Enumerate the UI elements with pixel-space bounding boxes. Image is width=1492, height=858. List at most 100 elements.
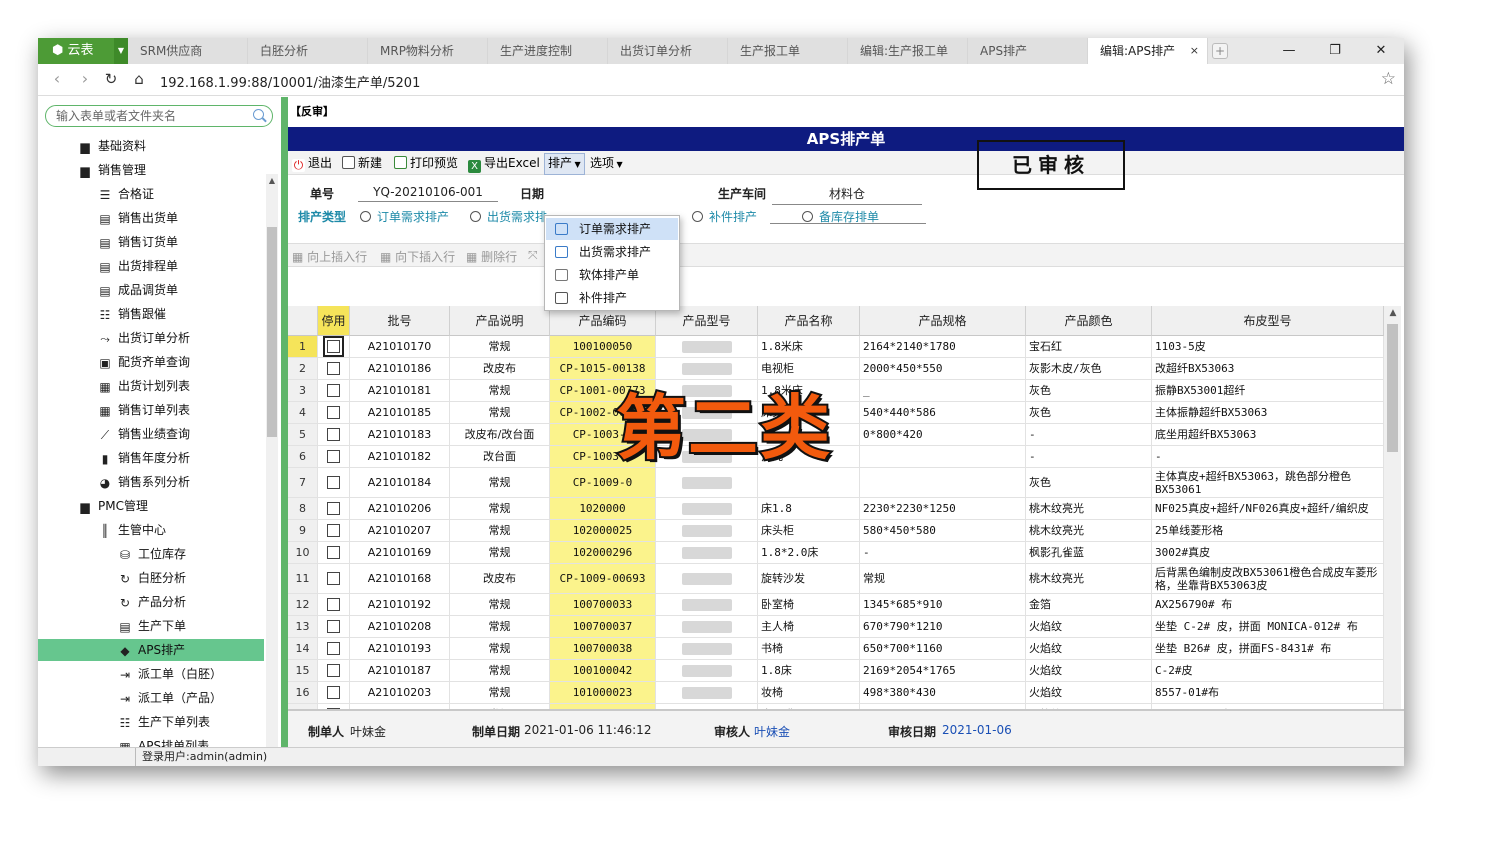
stop-cell[interactable] <box>318 616 350 637</box>
code-cell[interactable]: 100100050 <box>550 336 656 357</box>
model-cell[interactable] <box>656 594 758 615</box>
stop-cell[interactable] <box>318 402 350 423</box>
fabric-cell[interactable]: 主体振静超纤BX53063 <box>1152 402 1384 423</box>
stop-cell[interactable] <box>318 336 350 357</box>
radio-parts[interactable]: 补件排产 <box>692 208 757 225</box>
batch-cell[interactable]: A21010186 <box>350 358 450 379</box>
model-cell[interactable] <box>656 616 758 637</box>
desc-cell[interactable]: 常规 <box>450 594 550 615</box>
fabric-cell[interactable]: AX256790# 布 <box>1152 594 1384 615</box>
code-cell[interactable]: 100700033 <box>550 594 656 615</box>
fabric-cell[interactable]: 改超纤BX53063 <box>1152 358 1384 379</box>
brand-menu-caret[interactable]: ▼ <box>114 38 128 64</box>
row-number[interactable]: 15 <box>288 660 318 681</box>
sidebar-item-14[interactable]: ▮ 销售年度分析 <box>98 447 190 469</box>
model-cell[interactable] <box>656 660 758 681</box>
column-header[interactable]: 布皮型号 <box>1152 306 1384 336</box>
row-number[interactable]: 5 <box>288 424 318 445</box>
table-row[interactable]: 12 A21010192 常规 100700033 卧室椅 1345*685*910 金箔 A… <box>288 594 1384 616</box>
sidebar-item-1[interactable]: ▆ 基础资料 <box>78 135 146 157</box>
delete-row-button[interactable]: ▦ 删除行 <box>466 248 517 265</box>
color-cell[interactable]: 灰色 <box>1026 468 1152 497</box>
spec-cell[interactable]: 540*440*586 <box>860 402 1026 423</box>
desc-cell[interactable]: 常规 <box>450 542 550 563</box>
batch-cell[interactable]: A21010206 <box>350 498 450 519</box>
batch-cell[interactable]: A21010181 <box>350 380 450 401</box>
table-row[interactable]: 14 A21010193 常规 100700038 书椅 650*700*1160 火焰纹坐… <box>288 638 1384 660</box>
row-number[interactable]: 9 <box>288 520 318 541</box>
desc-cell[interactable]: 常规 <box>450 402 550 423</box>
sidebar-item-2[interactable]: ▆ 销售管理 <box>78 159 146 181</box>
table-row[interactable]: 6 A21010182 改台面 CP-1003-0 角几 - - <box>288 446 1384 468</box>
spec-cell[interactable]: 2000*450*550 <box>860 358 1026 379</box>
stop-cell[interactable] <box>318 564 350 593</box>
batch-cell[interactable]: A21010203 <box>350 682 450 703</box>
fabric-cell[interactable]: 3002#真皮 <box>1152 542 1384 563</box>
table-row[interactable]: 11 A21010168 改皮布 CP-1009-00693 旋转沙发 常规 桃木纹亮光 后背… <box>288 564 1384 594</box>
workshop-field[interactable]: 材料仓 <box>772 185 922 205</box>
color-cell[interactable]: 火焰纹 <box>1026 616 1152 637</box>
desc-cell[interactable]: 改皮布 <box>450 358 550 379</box>
sidebar-item-26[interactable]: ▦ APS排单列表 <box>118 735 209 747</box>
name-cell[interactable]: 1.8米床 <box>758 336 860 357</box>
table-row[interactable]: 8 A21010206 常规 1020000 床1.8 2230*2230*1250 桃木纹… <box>288 498 1384 520</box>
fabric-cell[interactable]: 25单线菱形格 <box>1152 520 1384 541</box>
stop-checkbox[interactable] <box>327 620 340 633</box>
radio-shipment-demand[interactable]: 出货需求排 <box>470 208 547 225</box>
sidebar-item-6[interactable]: ▤ 出货排程单 <box>98 255 178 277</box>
table-row[interactable]: 5 A21010183 改皮布/改台面 CP-1003-0 0*800*420- 底坐用超… <box>288 424 1384 446</box>
batch-cell[interactable]: A21010168 <box>350 564 450 593</box>
stop-cell[interactable] <box>318 380 350 401</box>
sidebar-item-13[interactable]: ⟋ 销售业绩查询 <box>98 423 190 445</box>
fabric-cell[interactable]: 振静BX53001超纤 <box>1152 380 1384 401</box>
row-number[interactable]: 8 <box>288 498 318 519</box>
color-cell[interactable]: 枫影孔雀蓝 <box>1026 542 1152 563</box>
reload-icon[interactable]: ↻ <box>100 68 122 90</box>
batch-cell[interactable]: A21010182 <box>350 446 450 467</box>
sidebar-search-input[interactable]: 输入表单或者文件夹名 <box>45 105 273 127</box>
tab-6[interactable]: 生产报工单 <box>728 38 848 64</box>
stop-checkbox[interactable] <box>327 450 340 463</box>
code-cell[interactable]: 100700037 <box>550 616 656 637</box>
stop-checkbox[interactable] <box>327 502 340 515</box>
insert-above-button[interactable]: ▦ 向上插入行 <box>292 248 367 265</box>
desc-cell[interactable]: 常规 <box>450 520 550 541</box>
close-window-button[interactable]: ✕ <box>1358 38 1404 64</box>
code-cell[interactable]: 100100042 <box>550 660 656 681</box>
code-cell[interactable]: 102000025 <box>550 520 656 541</box>
spec-cell[interactable]: 0*800*420 <box>860 424 1026 445</box>
desc-cell[interactable]: 改皮布 <box>450 564 550 593</box>
spec-cell[interactable]: _ <box>860 380 1026 401</box>
desc-cell[interactable]: 常规 <box>450 616 550 637</box>
name-cell[interactable]: 旋转沙发 <box>758 564 860 593</box>
spec-cell[interactable]: 580*450*580 <box>860 520 1026 541</box>
tab-5[interactable]: 出货订单分析 <box>608 38 728 64</box>
stop-checkbox[interactable] <box>327 362 340 375</box>
row-number[interactable]: 1 <box>288 336 318 357</box>
stop-cell[interactable] <box>318 542 350 563</box>
color-cell[interactable]: 火焰纹 <box>1026 682 1152 703</box>
tab-1[interactable]: SRM供应商 <box>128 38 248 64</box>
spec-cell[interactable]: 2169*2054*1765 <box>860 660 1026 681</box>
desc-cell[interactable]: 常规 <box>450 468 550 497</box>
sidebar-item-22[interactable]: ◆ APS排产 <box>38 639 264 661</box>
table-row[interactable]: 9 A21010207 常规 102000025 床头柜 580*450*580 桃木纹亮光… <box>288 520 1384 542</box>
table-row[interactable]: 13 A21010208 常规 100700037 主人椅 670*790*1210 火焰纹… <box>288 616 1384 638</box>
desc-cell[interactable]: 常规 <box>450 638 550 659</box>
table-row[interactable]: 3 A21010181 常规 CP-1001-00773 1.8米床 _ 灰色 振静BX530… <box>288 380 1384 402</box>
color-cell[interactable]: 火焰纹 <box>1026 660 1152 681</box>
name-cell[interactable]: 妆椅 <box>758 682 860 703</box>
column-header[interactable]: 产品名称 <box>758 306 860 336</box>
table-row[interactable]: 10 A21010169 常规 102000296 1.8*2.0床 - 枫影孔雀蓝 3002… <box>288 542 1384 564</box>
fabric-cell[interactable]: NF025真皮+超纤/NF026真皮+超纤/编织皮 <box>1152 498 1384 519</box>
desc-cell[interactable]: 常规 <box>450 682 550 703</box>
sidebar-item-15[interactable]: ◕ 销售系列分析 <box>98 471 190 493</box>
model-cell[interactable] <box>656 564 758 593</box>
code-cell[interactable]: 101000023 <box>550 682 656 703</box>
new-tab-button[interactable]: + <box>1212 43 1228 59</box>
name-cell[interactable]: 床头柜 <box>758 520 860 541</box>
table-row[interactable]: 15 A21010187 常规 100100042 1.8床 2169*2054*1765… <box>288 660 1384 682</box>
spec-cell[interactable] <box>860 446 1026 467</box>
sidebar-item-23[interactable]: ⇥ 派工单（白胚） <box>118 663 222 685</box>
color-cell[interactable]: 桃木纹亮光 <box>1026 498 1152 519</box>
